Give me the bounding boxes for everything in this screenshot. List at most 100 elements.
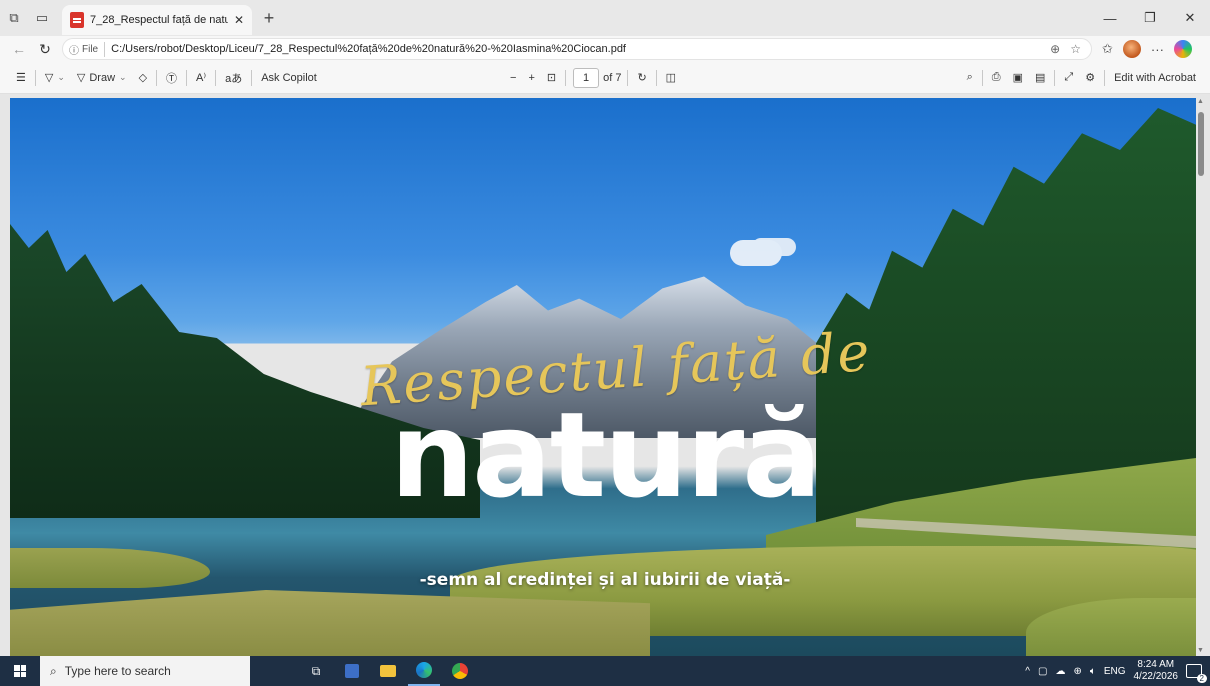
translate-icon: aあ	[225, 72, 243, 85]
edit-with-acrobat-button[interactable]: Edit with Acrobat	[1108, 66, 1202, 90]
favorite-star-icon[interactable]: ☆	[1070, 42, 1081, 56]
riverbank-graphic	[10, 590, 650, 656]
right-tools: ⌕ ⎙ ▣ ▤ ⤢ ⚙ Edit with Acrobat	[961, 66, 1202, 90]
task-view-icon[interactable]: ⧉	[300, 656, 332, 686]
save-icon: ▣	[1012, 72, 1023, 84]
profile-avatar[interactable]	[1122, 40, 1141, 58]
read-aloud-icon: A⁾	[196, 72, 207, 84]
erase-button[interactable]: ◇	[133, 66, 153, 90]
close-tab-icon[interactable]: ✕	[234, 13, 244, 27]
back-button[interactable]: ←	[6, 37, 32, 61]
file-explorer-icon[interactable]	[372, 656, 404, 686]
taskbar-apps: ⧉	[300, 656, 476, 686]
close-window-button[interactable]: ✕	[1170, 0, 1210, 36]
address-bar: ← ↻ ⓘ File C:/Users/robot/Desktop/Liceu/…	[0, 36, 1210, 62]
printer-icon: ⎙	[991, 71, 1001, 83]
divider	[215, 69, 217, 86]
chevron-up-icon[interactable]: ^	[1025, 666, 1030, 677]
tray-app-icon[interactable]: ▢	[1038, 666, 1047, 677]
fit-page-button[interactable]: ⊡	[541, 66, 562, 90]
highlight-button[interactable]: ▽ ⌄	[39, 66, 71, 90]
page-total: of 7	[603, 71, 622, 84]
site-info-chip[interactable]: ⓘ File	[69, 41, 106, 57]
save-as-button[interactable]: ▤	[1029, 66, 1051, 90]
draw-button[interactable]: ▽ Draw ⌄	[71, 66, 133, 90]
ask-copilot-label: Ask Copilot	[261, 71, 317, 84]
scroll-up-icon[interactable]: ▲	[1197, 98, 1204, 105]
start-button[interactable]	[0, 656, 40, 686]
page-view-button[interactable]: ◫	[660, 66, 682, 90]
chrome-icon[interactable]	[444, 656, 476, 686]
chevron-down-icon: ⌄	[57, 72, 65, 82]
time: 8:24 AM	[1137, 659, 1175, 670]
tab-title: 7_28_Respectul față de natură - Ia	[90, 14, 228, 26]
notification-count: 2	[1196, 674, 1207, 683]
divider	[251, 69, 253, 86]
url-field[interactable]: ⓘ File C:/Users/robot/Desktop/Liceu/7_28…	[62, 38, 1092, 60]
tab-pdf[interactable]: 7_28_Respectul față de natură - Ia ✕	[62, 5, 252, 35]
file-label: File	[82, 43, 99, 55]
gear-icon: ⚙	[1085, 72, 1096, 84]
vertical-scrollbar[interactable]: ▲ ▼	[1196, 98, 1206, 654]
pdf-toolbar: ☰ ▽ ⌄ ▽ Draw ⌄ ◇ Ⓣ A⁾ aあ Ask Copilot − + …	[0, 62, 1210, 94]
edge-icon[interactable]	[408, 656, 440, 686]
date: 4/22/2026	[1133, 671, 1179, 682]
ask-copilot-button[interactable]: Ask Copilot	[255, 66, 323, 90]
scroll-thumb[interactable]	[1198, 112, 1204, 176]
edit-with-acrobat-label: Edit with Acrobat	[1114, 71, 1196, 84]
workspaces-icon[interactable]: ⧉	[0, 4, 28, 32]
url-text[interactable]: C:/Users/robot/Desktop/Liceu/7_28_Respec…	[111, 43, 1044, 55]
info-icon: ⓘ	[69, 45, 79, 57]
refresh-button[interactable]: ↻	[32, 37, 58, 61]
divider	[981, 69, 983, 86]
divider	[565, 69, 567, 86]
pdf-viewer[interactable]: Respectul față de natură -semn al credin…	[0, 94, 1210, 656]
system-tray: ^ ▢ ☁ ⊕ 🔈︎ ENG 8:24 AM 4/22/2026 2	[1025, 659, 1210, 683]
rotate-button[interactable]: ↻	[631, 66, 652, 90]
print-button[interactable]: ⎙	[986, 66, 1007, 90]
find-button[interactable]: ⌕	[961, 66, 979, 90]
onedrive-icon[interactable]: ☁	[1055, 666, 1065, 677]
riverbank-graphic	[10, 548, 210, 588]
clock[interactable]: 8:24 AM 4/22/2026	[1134, 659, 1179, 683]
fullscreen-button[interactable]: ⤢	[1058, 66, 1079, 90]
save-app-icon[interactable]	[336, 656, 368, 686]
list-icon: ☰	[16, 72, 26, 84]
chevron-down-icon: ⌄	[119, 72, 127, 82]
tab-bar: ⧉ ▭ 7_28_Respectul față de natură - Ia ✕…	[0, 0, 1210, 36]
subtitle: -semn al credinței și al iubirii de viaț…	[419, 570, 791, 590]
highlighter-icon: ▽	[44, 72, 54, 84]
add-text-button[interactable]: Ⓣ	[160, 66, 183, 90]
draw-icon: ▽	[76, 72, 86, 84]
notification-icon[interactable]: 2	[1186, 664, 1207, 683]
tab-actions-icon[interactable]: ▭	[28, 4, 56, 32]
page-number-input[interactable]: 1	[573, 67, 600, 88]
minimize-button[interactable]: —	[1090, 0, 1130, 36]
settings-button[interactable]: ⚙	[1079, 66, 1101, 90]
scroll-down-icon[interactable]: ▼	[1197, 647, 1204, 654]
save-as-icon: ▤	[1034, 72, 1046, 84]
forest-right-graphic	[816, 108, 1196, 528]
favorites-icon[interactable]: ✩	[1102, 41, 1113, 57]
divider	[655, 69, 657, 86]
zoom-icon[interactable]: ⊕	[1050, 42, 1060, 56]
pdf-icon	[70, 12, 84, 28]
volume-icon[interactable]: 🔈︎	[1090, 666, 1096, 677]
language-indicator[interactable]: ENG	[1104, 666, 1126, 677]
restore-button[interactable]: ❐	[1130, 0, 1170, 36]
zoom-in-button[interactable]: +	[522, 66, 540, 90]
copilot-icon[interactable]	[1173, 40, 1192, 58]
save-button[interactable]: ▣	[1007, 66, 1029, 90]
search-icon: ⌕	[966, 71, 973, 83]
contents-button[interactable]: ☰	[10, 66, 32, 90]
more-menu-icon[interactable]: ···	[1151, 42, 1164, 57]
expand-icon: ⤢	[1064, 71, 1074, 83]
network-icon[interactable]: ⊕	[1073, 666, 1081, 677]
translate-button[interactable]: aあ	[219, 66, 248, 90]
zoom-out-button[interactable]: −	[504, 66, 522, 90]
new-tab-button[interactable]: +	[256, 5, 282, 31]
read-aloud-button[interactable]: A⁾	[190, 66, 212, 90]
taskbar-search[interactable]: ⌕ Type here to search	[40, 656, 250, 686]
page-view-icon: ◫	[665, 72, 677, 84]
text-box-icon: Ⓣ	[166, 72, 178, 85]
